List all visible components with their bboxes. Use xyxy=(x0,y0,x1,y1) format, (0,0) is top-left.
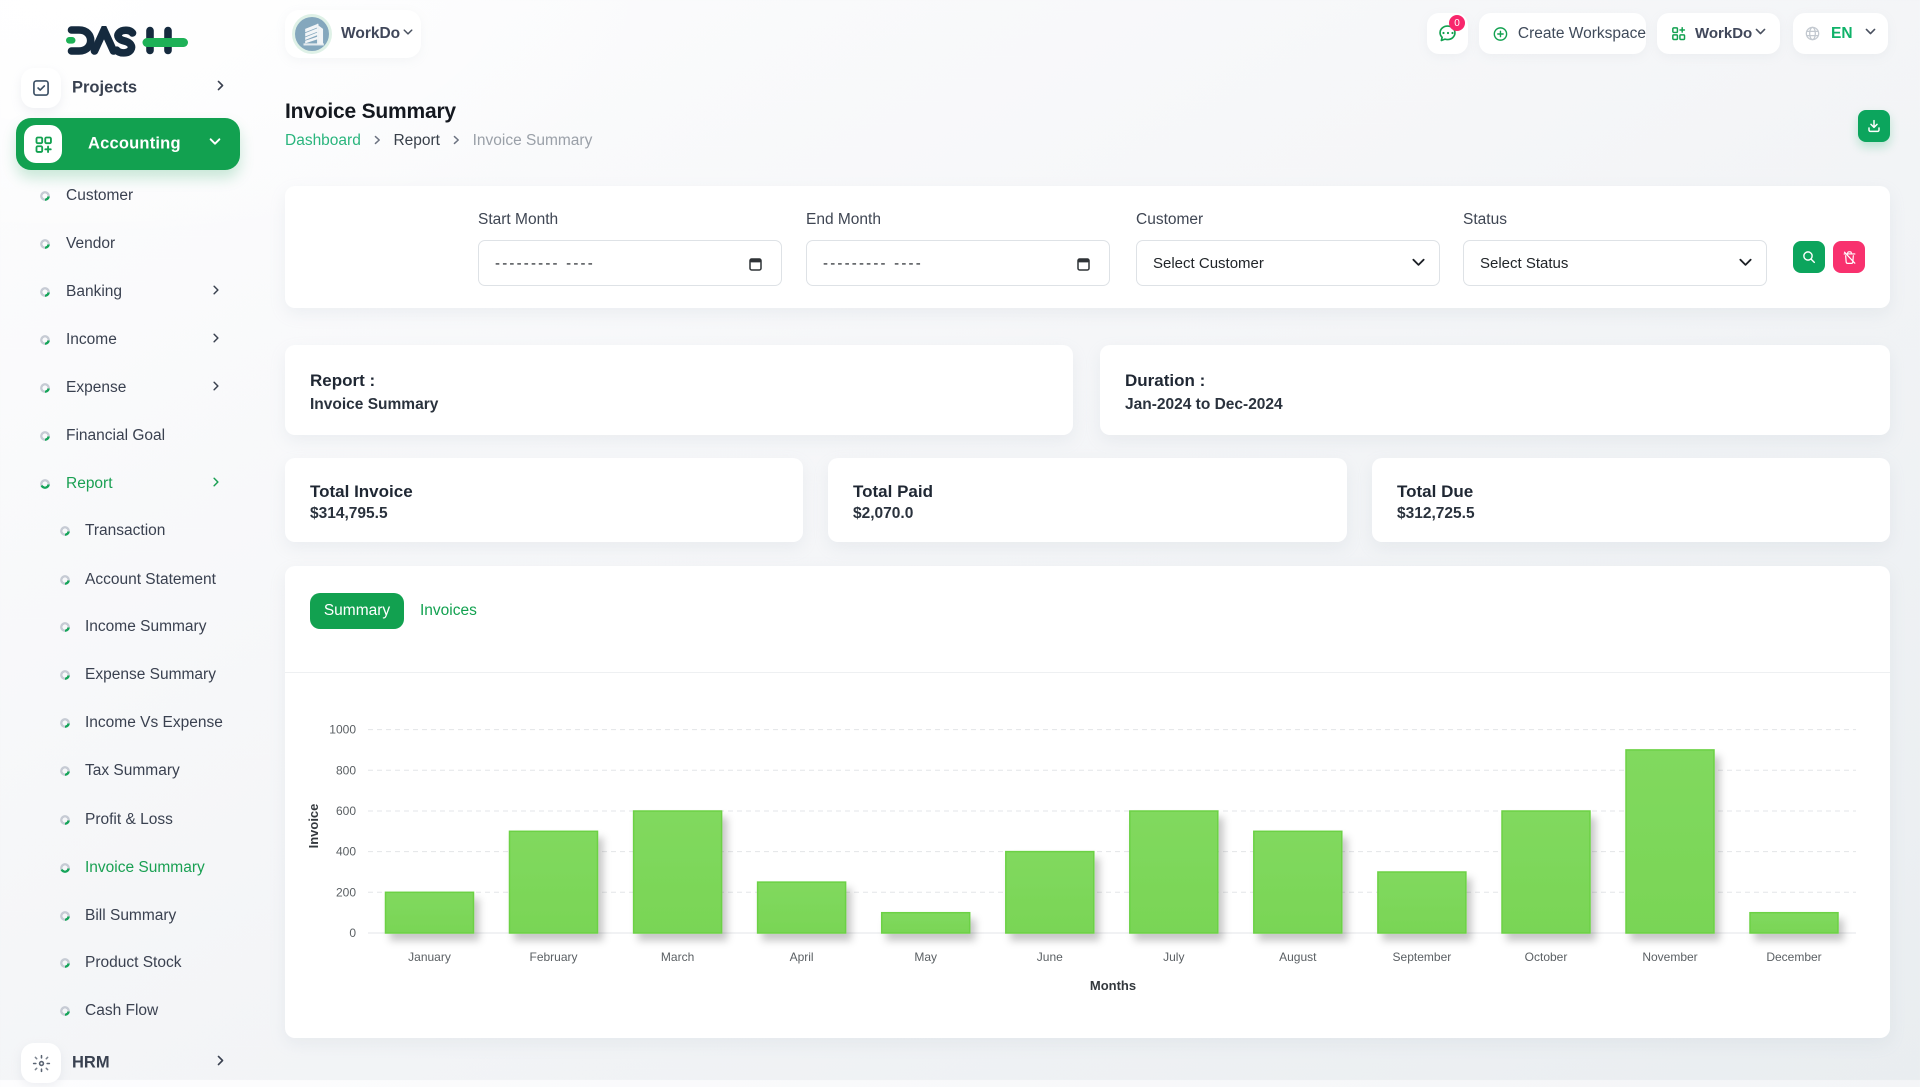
svg-text:April: April xyxy=(790,950,814,964)
svg-text:February: February xyxy=(529,950,577,964)
svg-text:September: September xyxy=(1393,950,1452,964)
svg-text:November: November xyxy=(1642,950,1697,964)
svg-text:1000: 1000 xyxy=(329,723,356,737)
svg-text:0: 0 xyxy=(349,926,356,940)
svg-text:400: 400 xyxy=(336,845,356,859)
svg-text:March: March xyxy=(661,950,694,964)
svg-text:August: August xyxy=(1279,950,1317,964)
svg-text:December: December xyxy=(1766,950,1821,964)
svg-text:Invoice: Invoice xyxy=(306,804,321,849)
svg-text:800: 800 xyxy=(336,763,356,777)
svg-text:600: 600 xyxy=(336,804,356,818)
svg-text:May: May xyxy=(914,950,937,964)
svg-text:200: 200 xyxy=(336,885,356,899)
svg-text:October: October xyxy=(1525,950,1568,964)
svg-text:July: July xyxy=(1163,950,1184,964)
svg-text:June: June xyxy=(1037,950,1063,964)
svg-text:Months: Months xyxy=(1090,978,1136,993)
svg-text:January: January xyxy=(408,950,451,964)
